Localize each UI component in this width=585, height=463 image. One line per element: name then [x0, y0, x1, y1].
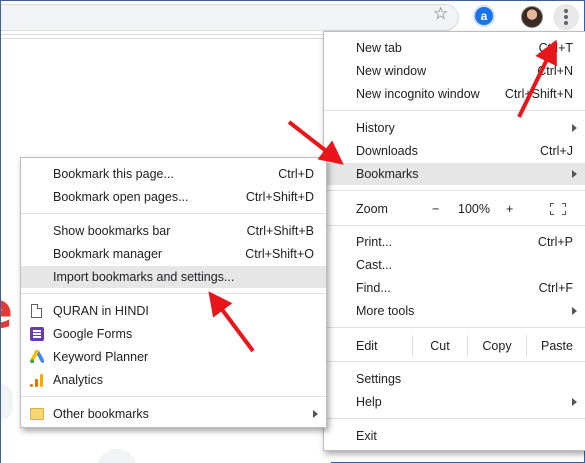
- shortcut-label: Ctrl+N: [537, 64, 573, 78]
- menu-item-label: Settings: [356, 372, 402, 386]
- menu-separator: [324, 418, 585, 419]
- bookmark-folder-other-bookmarks[interactable]: Other bookmarks: [21, 403, 326, 425]
- menu-item-label: Exit: [356, 429, 377, 443]
- menu-item-label: Bookmark this page...: [53, 167, 174, 181]
- menu-item-label: Edit: [356, 339, 378, 353]
- menu-item-bookmark-manager[interactable]: Bookmark manager Ctrl+Shift+O: [21, 243, 326, 265]
- menu-item-label: Bookmarks: [356, 167, 419, 181]
- star-icon[interactable]: ☆: [433, 4, 448, 24]
- submenu-arrow-icon: [572, 307, 577, 315]
- menu-item-history[interactable]: History: [324, 117, 585, 139]
- browser-toolbar: ☆ a: [1, 1, 584, 35]
- menu-separator: [21, 213, 326, 214]
- page-shape: [1, 384, 13, 420]
- menu-item-bookmarks[interactable]: Bookmarks: [324, 163, 585, 185]
- menu-item-find[interactable]: Find... Ctrl+F: [324, 277, 585, 299]
- zoom-level: 100%: [458, 202, 490, 216]
- profile-avatar[interactable]: [521, 6, 543, 28]
- shortcut-label: Ctrl+J: [540, 144, 573, 158]
- menu-item-label: Keyword Planner: [53, 350, 149, 364]
- bookmarks-submenu: Bookmark this page... Ctrl+D Bookmark op…: [20, 157, 327, 428]
- shortcut-label: Ctrl+P: [537, 235, 573, 249]
- menu-item-new-window[interactable]: New window Ctrl+N: [324, 60, 585, 82]
- menu-separator: [324, 110, 585, 111]
- menu-item-label: Cast...: [356, 258, 393, 272]
- menu-item-label: Import bookmarks and settings...: [53, 270, 235, 284]
- menu-separator: [21, 293, 326, 294]
- menu-item-print[interactable]: Print... Ctrl+P: [324, 231, 585, 253]
- bookmark-item-google-forms[interactable]: Google Forms: [21, 323, 326, 345]
- menu-item-label: History: [356, 121, 395, 135]
- shortcut-label: Ctrl+D: [278, 167, 314, 181]
- menu-item-label: Show bookmarks bar: [53, 224, 171, 238]
- menu-item-cast[interactable]: Cast...: [324, 254, 585, 276]
- menu-item-label: Zoom: [356, 202, 388, 216]
- menu-item-exit[interactable]: Exit: [324, 425, 585, 447]
- menu-item-label: New window: [356, 64, 427, 78]
- menu-item-help[interactable]: Help: [324, 391, 585, 413]
- menu-item-label: QURAN in HINDI: [53, 304, 149, 318]
- shortcut-label: Ctrl+Shift+D: [245, 190, 314, 204]
- menu-item-label: New incognito window: [356, 87, 480, 101]
- zoom-in-button[interactable]: +: [506, 198, 513, 220]
- partial-logo-letter: e: [1, 288, 19, 334]
- menu-item-label: Analytics: [53, 373, 104, 387]
- menu-item-label: Bookmark manager: [53, 247, 163, 261]
- shortcut-label: Ctrl+Shift+B: [246, 224, 314, 238]
- menu-separator: [324, 225, 585, 226]
- menu-separator: [324, 327, 585, 328]
- submenu-arrow-icon: [572, 170, 577, 178]
- address-bar[interactable]: [1, 4, 459, 31]
- submenu-arrow-icon: [313, 410, 318, 418]
- menu-item-label: Print...: [356, 235, 393, 249]
- menu-separator: [324, 190, 585, 191]
- fullscreen-icon[interactable]: [550, 203, 566, 215]
- shortcut-label: Ctrl+Shift+N: [504, 87, 573, 101]
- menu-item-label: New tab: [356, 41, 402, 55]
- divider: [1, 38, 323, 39]
- zoom-out-button[interactable]: −: [432, 198, 439, 220]
- menu-item-label: Other bookmarks: [53, 407, 149, 421]
- menu-item-bookmark-open-pages[interactable]: Bookmark open pages... Ctrl+Shift+D: [21, 186, 326, 208]
- menu-item-settings[interactable]: Settings: [324, 368, 585, 390]
- google-forms-icon: [30, 327, 44, 341]
- extension-icon[interactable]: a: [475, 7, 493, 25]
- menu-item-zoom: Zoom − 100% +: [324, 198, 585, 220]
- bookmark-item-quran-in-hindi[interactable]: QURAN in HINDI: [21, 300, 326, 322]
- menu-item-edit: Edit Cut Copy Paste: [324, 335, 585, 357]
- submenu-arrow-icon: [572, 124, 577, 132]
- google-ads-icon: [30, 350, 44, 364]
- bookmark-item-keyword-planner[interactable]: Keyword Planner: [21, 346, 326, 368]
- bookmark-item-analytics[interactable]: Analytics: [21, 369, 326, 391]
- menu-item-show-bookmarks-bar[interactable]: Show bookmarks bar Ctrl+Shift+B: [21, 220, 326, 242]
- menu-item-bookmark-this-page[interactable]: Bookmark this page... Ctrl+D: [21, 163, 326, 185]
- menu-separator: [324, 361, 585, 362]
- document-icon: [31, 304, 42, 318]
- menu-item-import-bookmarks[interactable]: Import bookmarks and settings...: [21, 266, 326, 288]
- menu-item-more-tools[interactable]: More tools: [324, 300, 585, 322]
- shortcut-label: Ctrl+F: [538, 281, 573, 295]
- menu-separator: [21, 396, 326, 397]
- menu-item-label: Help: [356, 395, 382, 409]
- menu-item-label: More tools: [356, 304, 415, 318]
- copy-button[interactable]: Copy: [468, 335, 526, 357]
- menu-item-new-incognito-window[interactable]: New incognito window Ctrl+Shift+N: [324, 83, 585, 105]
- paste-button[interactable]: Paste: [527, 335, 585, 357]
- cut-button[interactable]: Cut: [413, 335, 467, 357]
- menu-item-label: Find...: [356, 281, 391, 295]
- shortcut-label: Ctrl+Shift+O: [245, 247, 314, 261]
- menu-item-new-tab[interactable]: New tab Ctrl+T: [324, 37, 585, 59]
- menu-item-label: Bookmark open pages...: [53, 190, 189, 204]
- menu-item-label: Downloads: [356, 144, 418, 158]
- chrome-main-menu: New tab Ctrl+T New window Ctrl+N New inc…: [323, 31, 585, 451]
- menu-item-downloads[interactable]: Downloads Ctrl+J: [324, 140, 585, 162]
- menu-item-label: Google Forms: [53, 327, 133, 341]
- shortcut-label: Ctrl+T: [538, 41, 573, 55]
- three-dot-menu-icon[interactable]: [553, 4, 579, 30]
- folder-icon: [30, 408, 44, 420]
- submenu-arrow-icon: [572, 398, 577, 406]
- google-analytics-icon: [30, 373, 44, 387]
